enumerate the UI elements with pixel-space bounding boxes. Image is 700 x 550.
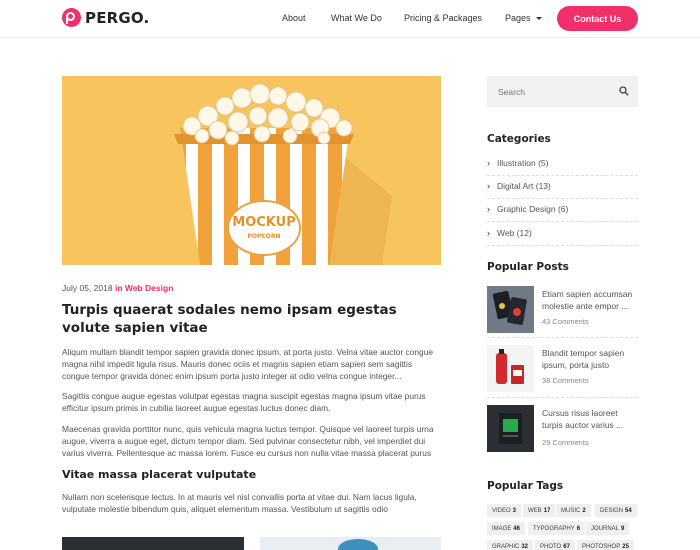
post-gallery-image[interactable] bbox=[62, 537, 244, 550]
tag-count: 46 bbox=[513, 525, 521, 532]
category-item[interactable]: › Illustration (5) bbox=[487, 153, 638, 176]
post-gallery-image[interactable] bbox=[260, 537, 441, 550]
chevron-right-icon: › bbox=[487, 228, 490, 238]
popcorn-box-illustration: MOCKUP POPCORN bbox=[62, 76, 441, 265]
contact-us-button[interactable]: Contact Us bbox=[557, 6, 638, 31]
tag-name: WEB bbox=[528, 507, 542, 514]
chevron-right-icon: › bbox=[487, 204, 490, 214]
popular-post-comments: 38 Comments bbox=[542, 376, 589, 385]
post-paragraph: Maecenas gravida porttitor nunc, quis ve… bbox=[62, 424, 434, 458]
popular-post-thumbnail[interactable] bbox=[487, 345, 534, 392]
search-icon[interactable] bbox=[619, 86, 629, 96]
site-header: PERGO. About What We Do Pricing & Packag… bbox=[0, 0, 700, 38]
tag-count: 9 bbox=[621, 525, 625, 532]
post-subheading: Vitae massa placerat vulputate bbox=[62, 468, 257, 481]
tag-count: 32 bbox=[521, 543, 529, 550]
tag-chip[interactable]: VIDEO 3 bbox=[487, 504, 522, 517]
category-label: Illustration (5) bbox=[497, 158, 549, 168]
tag-chip[interactable]: JOURNAL 9 bbox=[586, 522, 630, 535]
tag-count: 54 bbox=[625, 507, 632, 514]
post-paragraph: Sagittis congue augue egestas volutpat e… bbox=[62, 391, 426, 413]
tag-chip[interactable]: GRAPHIC 32 bbox=[487, 540, 534, 550]
tag-chip[interactable]: WEB 17 bbox=[523, 504, 556, 517]
popular-post-title[interactable]: Etiam sapien accumsan molestie ante empo… bbox=[542, 289, 638, 312]
tag-count: 67 bbox=[563, 543, 570, 550]
popular-post-comments: 43 Comments bbox=[542, 317, 589, 326]
tag-chip[interactable]: PHOTOSHOP 25 bbox=[577, 540, 634, 550]
post-paragraph: Nullam non scelerisque lectus. In at mau… bbox=[62, 492, 417, 514]
category-label: Web (12) bbox=[497, 228, 532, 238]
tag-name: PHOTOSHOP bbox=[582, 543, 621, 550]
book-product-image bbox=[487, 405, 534, 452]
post-meta: July 05, 2018 in Web Design bbox=[62, 283, 173, 293]
tag-name: DESIGN bbox=[600, 507, 624, 514]
nav-pages-label: Pages bbox=[505, 13, 531, 23]
tags-product-image bbox=[487, 286, 534, 333]
nav-pricing-packages[interactable]: Pricing & Packages bbox=[404, 13, 482, 23]
tag-name: VIDEO bbox=[492, 507, 511, 514]
post-category-prefix: in bbox=[114, 283, 123, 293]
category-item[interactable]: › Digital Art (13) bbox=[487, 176, 638, 199]
search-placeholder: Search bbox=[498, 87, 525, 97]
tag-count: 3 bbox=[512, 507, 517, 514]
brand-name: PERGO. bbox=[85, 8, 150, 27]
popular-post-item[interactable]: Cursus risus laoreet turpis auctor variu… bbox=[487, 405, 638, 465]
post-paragraph: Aliqum mullam blandit tempor sapien grav… bbox=[62, 347, 434, 381]
categories-heading: Categories bbox=[487, 133, 551, 145]
tag-name: JOURNAL bbox=[591, 525, 620, 532]
caret-down-icon bbox=[535, 17, 542, 21]
tag-name: GRAPHIC bbox=[492, 543, 520, 550]
tag-name: TYPOGRAPHY bbox=[533, 525, 575, 532]
popular-tags-heading: Popular Tags bbox=[487, 480, 564, 492]
divider bbox=[487, 337, 638, 338]
bottle-product-image bbox=[487, 345, 534, 392]
tag-name: IMAGE bbox=[492, 525, 512, 532]
tag-name: PHOTO bbox=[540, 543, 562, 550]
popular-post-comments: 29 Comments bbox=[542, 438, 589, 447]
tag-name: MUSIC bbox=[561, 507, 581, 514]
nav-pages[interactable]: Pages bbox=[505, 13, 542, 23]
category-item[interactable]: › Graphic Design (6) bbox=[487, 199, 638, 222]
popular-posts-heading: Popular Posts bbox=[487, 261, 569, 273]
tag-chip[interactable]: MUSIC 2 bbox=[556, 504, 591, 517]
tag-chip[interactable]: PHOTO 67 bbox=[535, 540, 575, 550]
nav-about[interactable]: About bbox=[282, 13, 306, 23]
popular-post-thumbnail[interactable] bbox=[487, 286, 534, 333]
popular-post-title[interactable]: Blandit tempor sapien ipsum, porta justo bbox=[542, 348, 638, 371]
popular-post-item[interactable]: Blandit tempor sapien ipsum, porta justo… bbox=[487, 345, 638, 405]
mockup-label-text: MOCKUP bbox=[232, 215, 295, 230]
chevron-right-icon: › bbox=[487, 158, 490, 168]
tag-chip[interactable]: IMAGE 46 bbox=[487, 522, 526, 535]
logo-icon bbox=[62, 8, 81, 27]
popular-post-title[interactable]: Cursus risus laoreet turpis auctor variu… bbox=[542, 408, 638, 431]
nav-what-we-do[interactable]: What We Do bbox=[331, 13, 382, 23]
popcorn-label-text: POPCORN bbox=[247, 233, 280, 240]
post-category-link[interactable]: Web Design bbox=[125, 283, 174, 293]
tag-count: 17 bbox=[543, 507, 551, 514]
tag-chip[interactable]: DESIGN 54 bbox=[595, 504, 637, 517]
tag-count: 2 bbox=[582, 507, 586, 514]
category-item[interactable]: › Web (12) bbox=[487, 223, 638, 246]
category-label: Digital Art (13) bbox=[497, 181, 551, 191]
popular-post-thumbnail[interactable] bbox=[487, 405, 534, 452]
brand-logo[interactable]: PERGO. bbox=[62, 8, 149, 27]
tag-count: 6 bbox=[576, 525, 581, 532]
post-hero-image[interactable]: MOCKUP POPCORN bbox=[62, 76, 441, 265]
divider bbox=[487, 397, 638, 398]
tag-count: 25 bbox=[622, 543, 629, 550]
post-date: July 05, 2018 bbox=[62, 283, 113, 293]
chevron-right-icon: › bbox=[487, 181, 490, 191]
post-title[interactable]: Turpis quaerat sodales nemo ipsam egesta… bbox=[62, 301, 441, 337]
category-label: Graphic Design (6) bbox=[497, 204, 569, 214]
tag-chip[interactable]: TYPOGRAPHY 6 bbox=[528, 522, 586, 535]
